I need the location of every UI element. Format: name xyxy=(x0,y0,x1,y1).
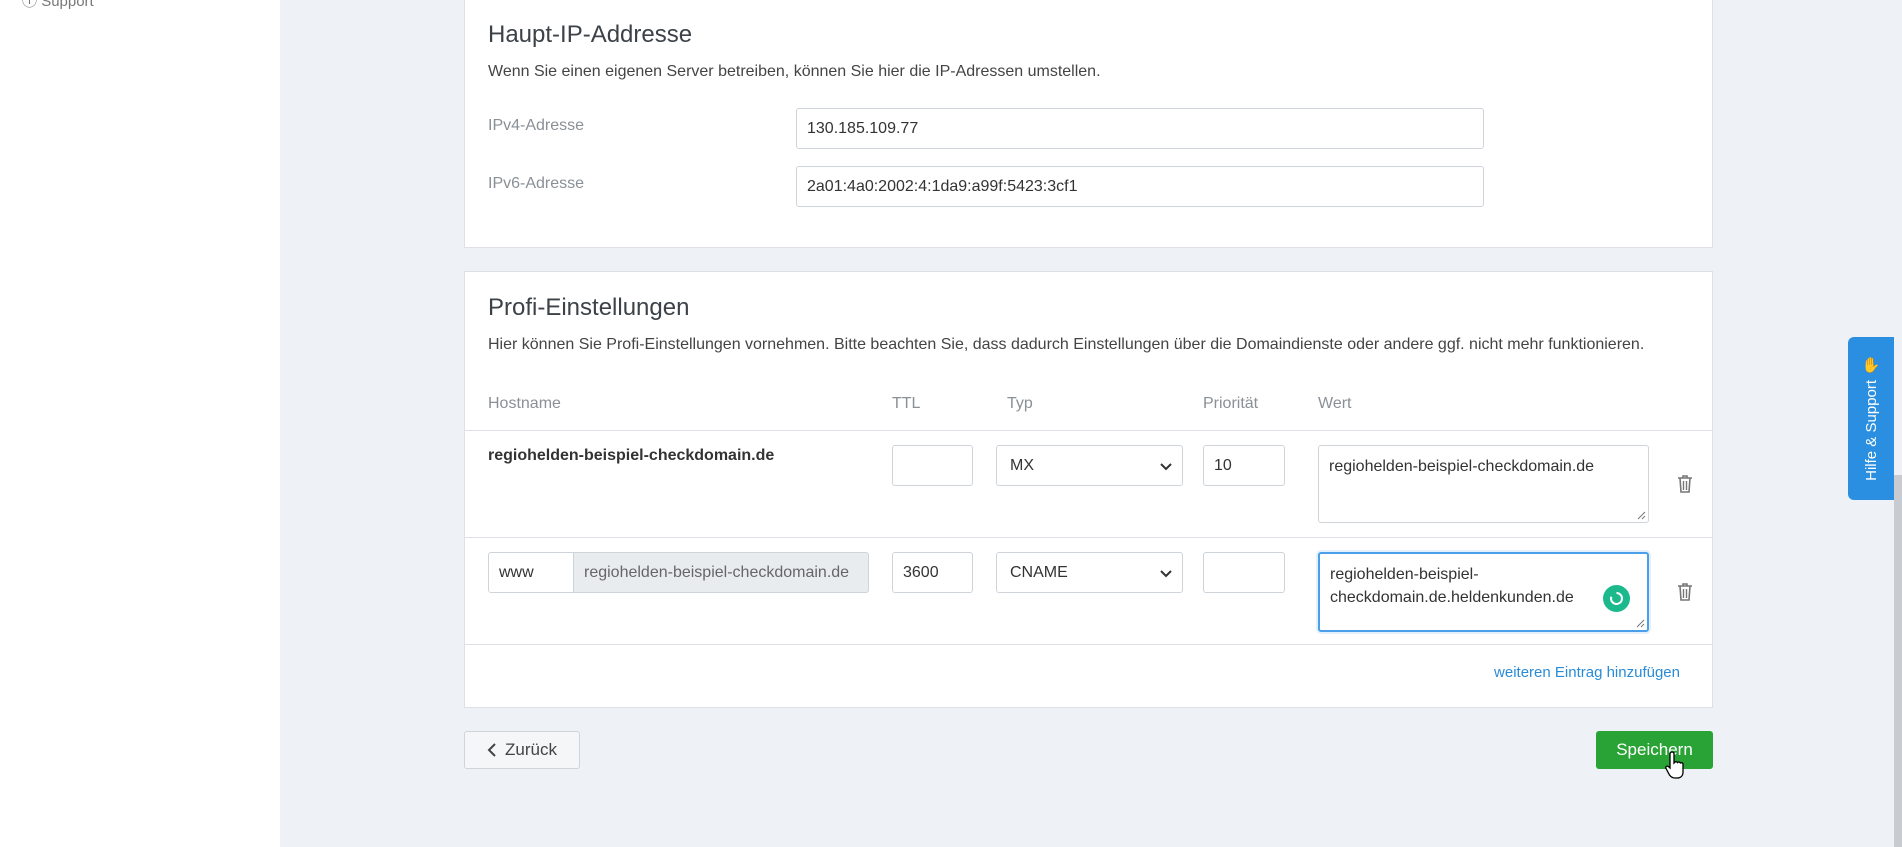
scrollbar-thumb[interactable] xyxy=(1894,475,1902,847)
chevron-down-icon xyxy=(1160,565,1172,581)
row2-hostname-suffix: regiohelden-beispiel-checkdomain.de xyxy=(573,552,869,593)
add-entry-link[interactable]: weiteren Eintrag hinzufügen xyxy=(1494,664,1680,681)
row1-type-value: MX xyxy=(1010,456,1034,474)
help-support-label: Hilfe & Support xyxy=(1862,380,1880,481)
col-header-ttl: TTL xyxy=(892,395,921,412)
row2-value-line2: checkdomain.de.heldenkunden.de xyxy=(1330,589,1574,606)
ipv4-label: IPv4-Adresse xyxy=(488,117,585,134)
hand-cursor-icon xyxy=(1665,751,1684,779)
resize-grip-icon[interactable] xyxy=(1636,510,1646,520)
row2-ttl-input[interactable]: 3600 xyxy=(892,552,973,593)
col-header-prioritaet: Priorität xyxy=(1203,395,1259,412)
row1-value-text: regiohelden-beispiel-checkdomain.de xyxy=(1329,458,1595,475)
ipv4-input[interactable] xyxy=(796,108,1484,149)
profi-settings-card: Profi-Einstellungen Hier können Sie Prof… xyxy=(464,271,1713,708)
row-divider xyxy=(465,430,1712,431)
help-support-tab[interactable]: ✋ Hilfe & Support xyxy=(1848,337,1894,500)
row2-type-value: CNAME xyxy=(1010,563,1068,581)
row2-value-textarea[interactable]: regiohelden-beispiel- checkdomain.de.hel… xyxy=(1318,552,1649,632)
back-button-label: Zurück xyxy=(505,740,557,759)
row2-type-select[interactable]: CNAME xyxy=(996,552,1183,593)
chevron-down-icon xyxy=(1160,458,1172,474)
row1-priority-input[interactable]: 10 xyxy=(1203,445,1285,486)
col-header-wert: Wert xyxy=(1318,395,1352,412)
info-icon: ⓘ xyxy=(22,0,38,10)
row1-ttl-input[interactable] xyxy=(892,445,973,486)
row2-value-line1: regiohelden-beispiel- xyxy=(1330,566,1479,583)
row-divider xyxy=(465,537,1712,538)
col-header-typ: Typ xyxy=(1007,395,1033,412)
trash-icon[interactable] xyxy=(1675,581,1695,603)
row2-priority-input[interactable] xyxy=(1203,552,1285,593)
chevron-left-icon xyxy=(487,743,496,757)
row1-type-select[interactable]: MX xyxy=(996,445,1183,486)
ip-address-card: Haupt-IP-Addresse Wenn Sie einen eigenen… xyxy=(464,0,1713,248)
ipv6-input[interactable] xyxy=(796,166,1484,207)
grammar-check-icon[interactable] xyxy=(1603,585,1630,612)
sidebar-item-support[interactable]: ⓘ Support xyxy=(22,0,94,11)
profi-section-description: Hier können Sie Profi-Einstellungen vorn… xyxy=(488,336,1645,353)
row-divider xyxy=(465,644,1712,645)
row1-hostname: regiohelden-beispiel-checkdomain.de xyxy=(488,447,775,464)
hand-wave-icon: ✋ xyxy=(1861,357,1881,375)
col-header-hostname: Hostname xyxy=(488,395,561,412)
row2-hostname-prefix-input[interactable]: www xyxy=(488,552,574,593)
sidebar: ⓘ Support xyxy=(0,0,280,847)
ip-section-description: Wenn Sie einen eigenen Server betreiben,… xyxy=(488,63,1101,80)
save-button[interactable]: Speichern xyxy=(1596,731,1713,769)
profi-section-title: Profi-Einstellungen xyxy=(488,294,690,321)
resize-grip-icon[interactable] xyxy=(1635,618,1645,628)
ipv6-label: IPv6-Adresse xyxy=(488,175,585,192)
ip-section-title: Haupt-IP-Addresse xyxy=(488,21,693,48)
back-button[interactable]: Zurück xyxy=(464,731,580,769)
row1-value-textarea[interactable]: regiohelden-beispiel-checkdomain.de xyxy=(1318,445,1649,523)
trash-icon[interactable] xyxy=(1675,473,1695,495)
